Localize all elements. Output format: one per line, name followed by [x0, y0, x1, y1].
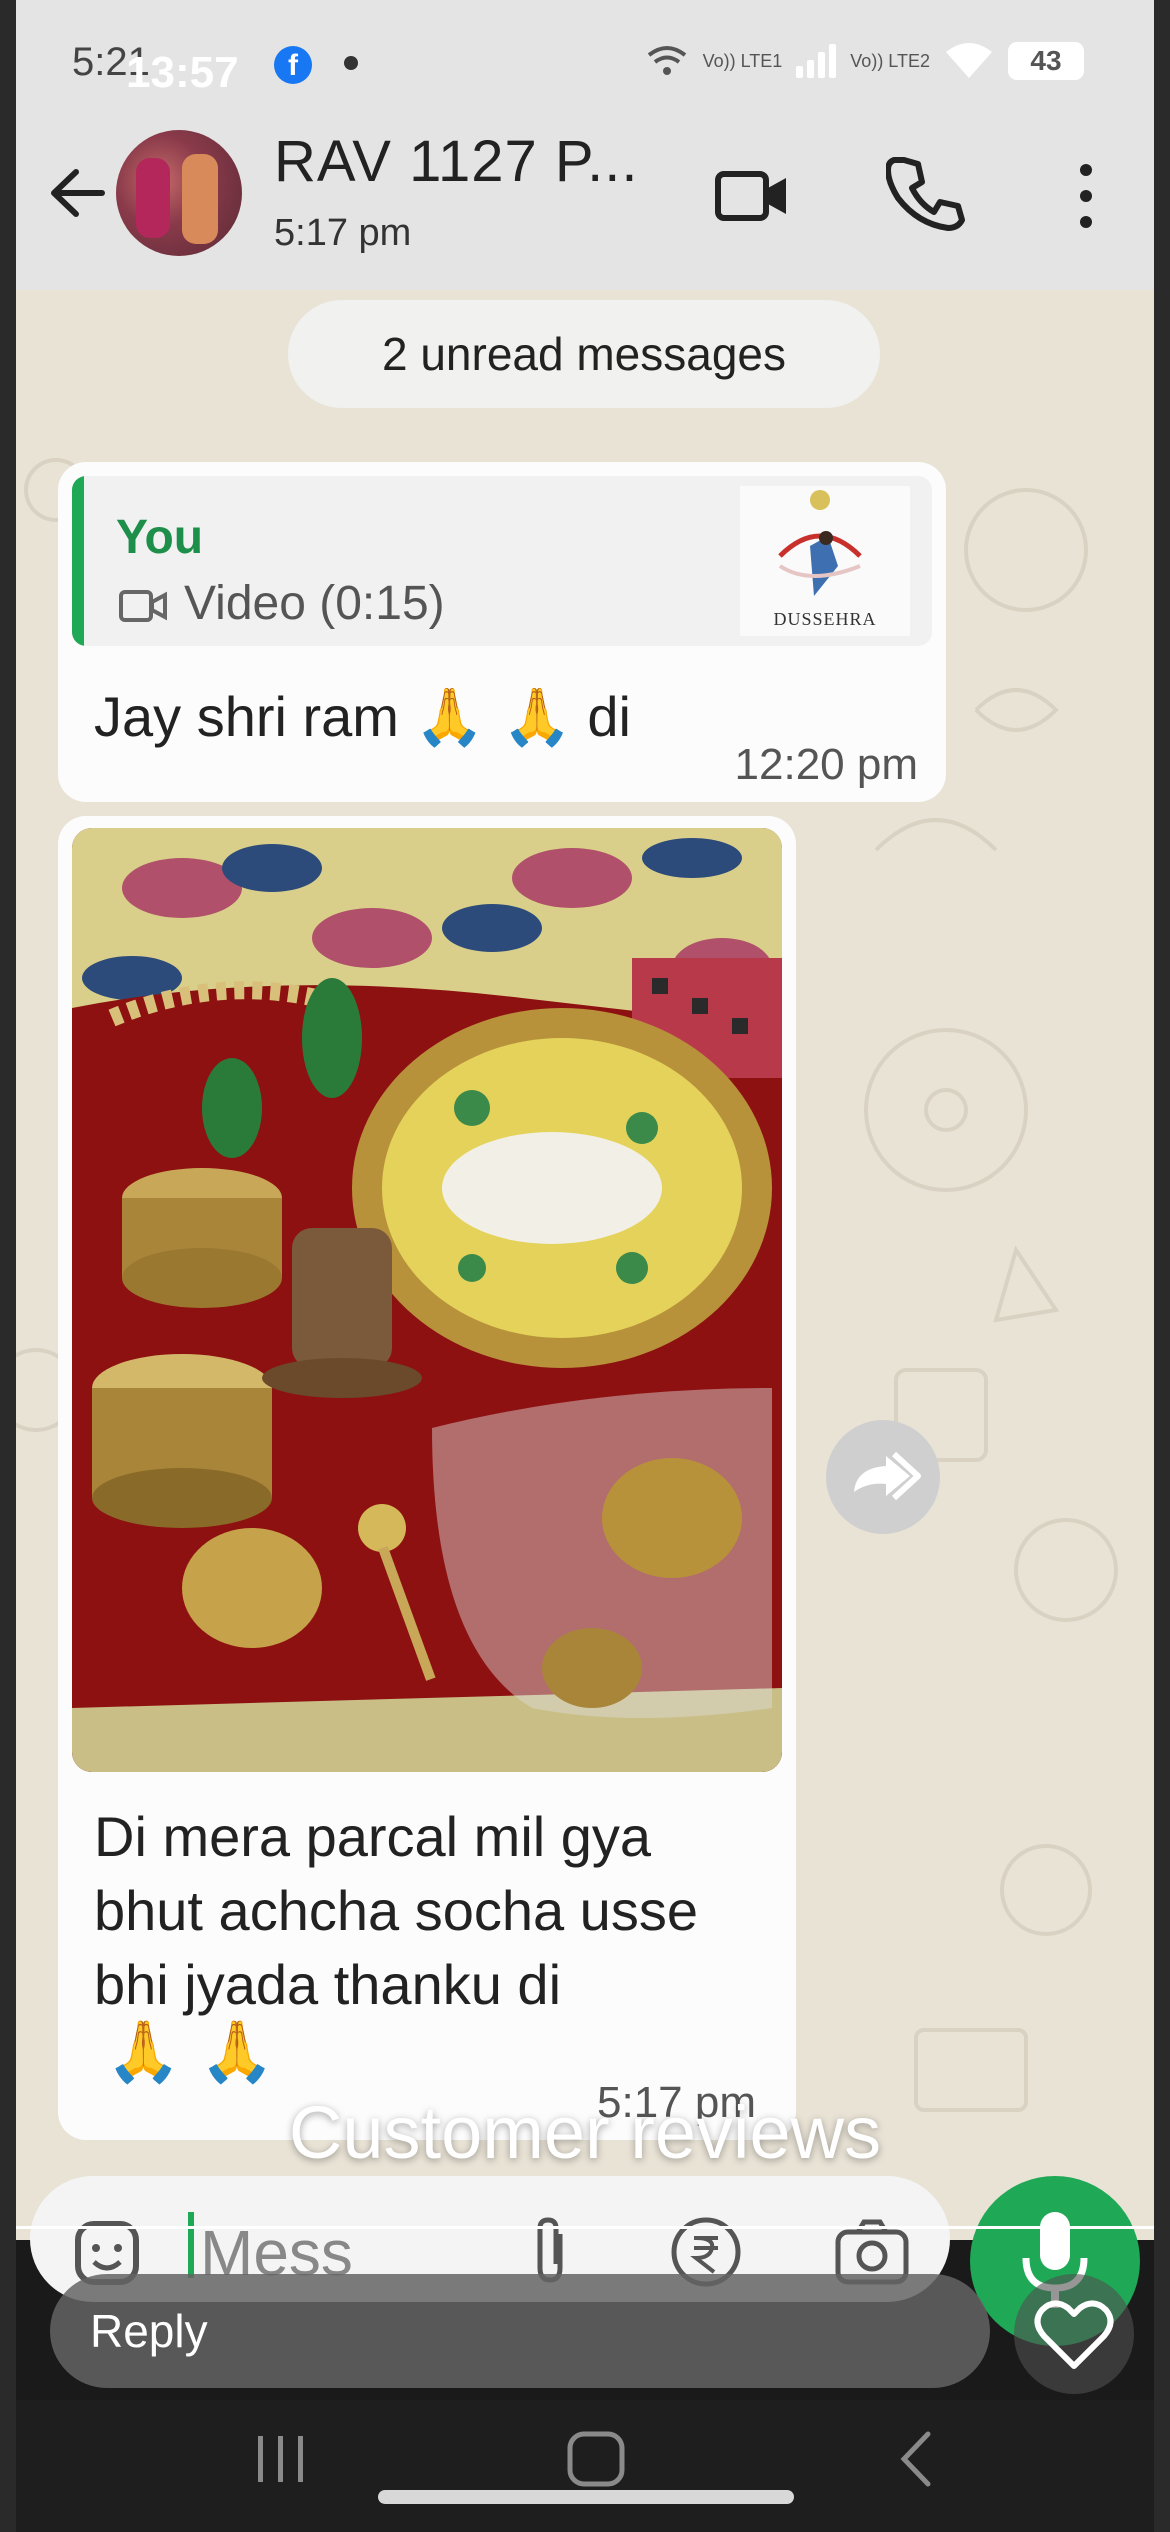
more-vert-icon[interactable]	[1066, 156, 1106, 236]
system-navigation-bar	[16, 2400, 1154, 2532]
back-arrow-icon[interactable]	[42, 158, 112, 228]
notification-dot-icon	[344, 56, 358, 70]
message-text-body: Jay shri ram	[94, 685, 399, 748]
quote-media-label: Video (0:15)	[184, 577, 445, 630]
text-caret	[188, 2212, 194, 2278]
quote-author: You	[116, 511, 204, 564]
phone-icon[interactable]	[886, 152, 966, 232]
message-photo[interactable]	[72, 828, 782, 1772]
unread-messages-pill: 2 unread messages	[288, 300, 880, 408]
network-label-2: Vo)) LTE2	[850, 51, 930, 71]
nav-back-icon[interactable]	[876, 2424, 956, 2494]
folded-hands-emoji: 🙏 🙏	[414, 685, 572, 750]
status-time: 13:57	[126, 48, 239, 97]
message-text: Jay shri ram 🙏 🙏 di	[94, 684, 631, 750]
signal-strength-icon	[796, 44, 837, 78]
heart-icon	[1034, 2300, 1114, 2369]
reply-input[interactable]: Reply	[50, 2274, 990, 2388]
recents-icon[interactable]	[240, 2424, 320, 2494]
network-label-1: Vo)) LTE1	[702, 51, 783, 71]
thumbnail-caption: DUSSEHRA	[773, 609, 877, 629]
reply-placeholder: Reply	[90, 2305, 208, 2357]
screen: 5:21 13:57 f Vo)) LTE1 Vo)) LTE2 43 RAV …	[0, 0, 1170, 2532]
status-right-cluster: Vo)) LTE1 Vo)) LTE2 43	[645, 42, 1084, 80]
status-bar: 5:21 13:57 f Vo)) LTE1 Vo)) LTE2 43	[16, 0, 1154, 120]
forward-icon	[854, 1451, 921, 1501]
home-icon[interactable]	[556, 2424, 636, 2494]
message-text: Di mera parcal mil gya bhut achcha socha…	[94, 1805, 698, 2016]
message-time: 12:20 pm	[734, 740, 918, 789]
wifi-icon-secondary	[647, 46, 686, 75]
home-indicator[interactable]	[378, 2490, 794, 2504]
message-bubble[interactable]: You Video (0:15) DUSSEHRA Jay shri ram 🙏…	[58, 462, 946, 802]
like-button[interactable]	[1014, 2274, 1134, 2394]
quote-accent-bar	[72, 476, 84, 646]
overlay-divider	[16, 2226, 1154, 2229]
folded-hands-emoji: 🙏 🙏	[106, 2017, 275, 2087]
battery-indicator: 43	[1008, 42, 1084, 80]
video-call-icon[interactable]	[712, 160, 792, 230]
story-caption: Customer reviews	[288, 2091, 882, 2174]
quote-thumbnail: DUSSEHRA	[740, 486, 910, 636]
message-bubble-photo[interactable]: Di mera parcal mil gya bhut achcha socha…	[58, 816, 796, 2140]
contact-last-seen: 5:17 pm	[274, 212, 412, 254]
facebook-notification-icon: f	[274, 46, 312, 84]
contact-avatar[interactable]	[116, 130, 242, 256]
contact-name[interactable]: RAV 1127 P...	[274, 128, 638, 195]
video-icon	[119, 590, 167, 622]
forward-button[interactable]	[826, 1420, 940, 1534]
quoted-message[interactable]: You Video (0:15) DUSSEHRA	[72, 476, 932, 646]
wifi-icon	[946, 43, 992, 78]
chat-header: 5:21 13:57 f Vo)) LTE1 Vo)) LTE2 43 RAV …	[16, 0, 1154, 290]
message-text-suffix: di	[587, 685, 631, 748]
